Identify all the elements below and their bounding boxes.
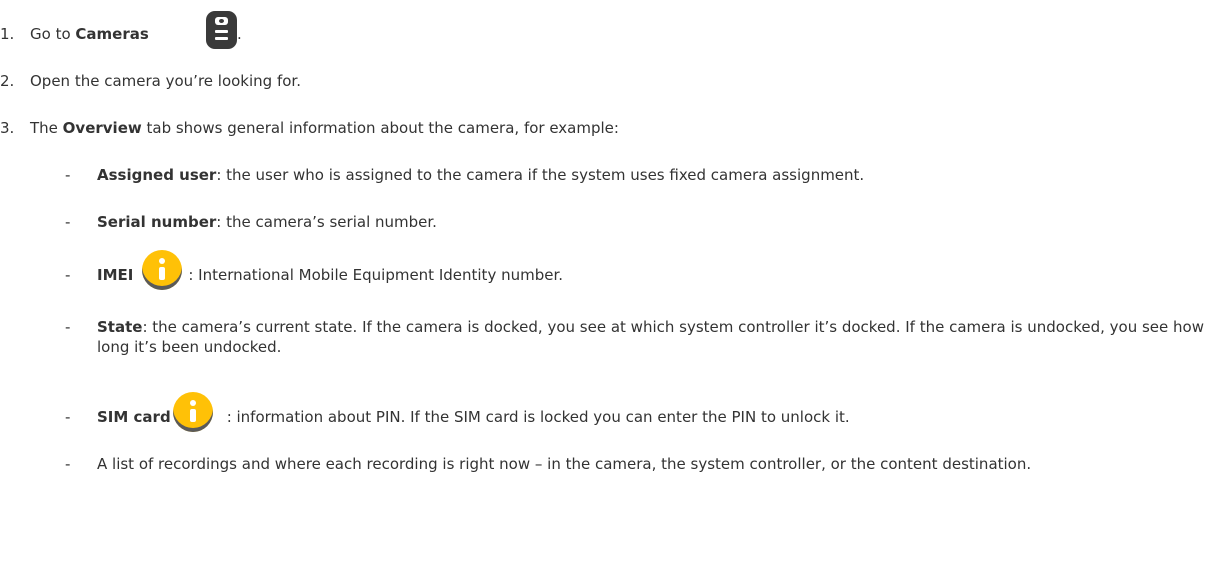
step-text: tab shows general information about the … — [141, 119, 619, 137]
term: State — [97, 318, 143, 336]
step-text: The — [30, 119, 63, 137]
step-text: Open the camera you’re looking for. — [30, 72, 301, 90]
term: SIM card — [97, 408, 171, 426]
description: : the camera’s serial number. — [216, 213, 437, 231]
dash: - — [65, 266, 71, 284]
term: Assigned user — [97, 166, 217, 184]
description: : the camera’s current state. If the cam… — [97, 318, 1204, 356]
description: : the user who is assigned to the camera… — [216, 166, 865, 184]
dash: - — [65, 213, 71, 231]
overview-label: Overview — [62, 119, 142, 137]
camera-icon — [206, 11, 237, 49]
step-number: 2. — [0, 72, 15, 90]
description: A list of recordings and where each reco… — [97, 455, 1032, 473]
step-text: Go to — [30, 25, 76, 43]
term: Serial number — [97, 213, 217, 231]
dash: - — [65, 166, 71, 184]
dash: - — [65, 455, 71, 473]
dash: - — [65, 318, 71, 336]
step-1-end: . — [237, 25, 242, 43]
info-icon — [173, 392, 213, 432]
description: : information about PIN. If the SIM card… — [226, 408, 850, 426]
description: : International Mobile Equipment Identit… — [188, 266, 564, 284]
step-number: 1. — [0, 25, 15, 43]
step-number: 3. — [0, 119, 15, 137]
dash: - — [65, 408, 71, 426]
term: IMEI — [97, 266, 134, 284]
info-icon — [142, 250, 182, 290]
cameras-label: Cameras — [75, 25, 149, 43]
